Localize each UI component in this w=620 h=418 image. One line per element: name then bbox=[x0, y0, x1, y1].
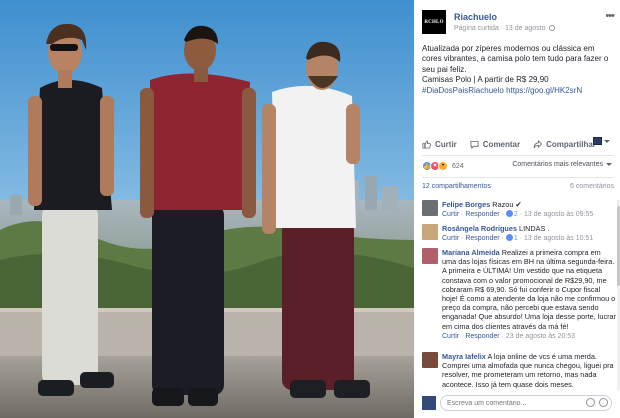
post-text-line: Atualizada por zíperes modernos ou cláss… bbox=[422, 44, 595, 53]
share-arrow-icon bbox=[533, 139, 543, 148]
comment-body: Mayra Iafelix A loja online de vcs é uma… bbox=[442, 352, 616, 389]
post-text: Atualizada por zíperes modernos ou cláss… bbox=[422, 44, 618, 96]
shares-count-link[interactable]: 12 compartilhamentos bbox=[422, 183, 491, 190]
avatar[interactable] bbox=[422, 200, 438, 216]
composer-icons bbox=[582, 398, 608, 407]
photo-scene bbox=[0, 0, 414, 418]
comment-label: Comentar bbox=[482, 139, 521, 149]
post-as-page-selector[interactable] bbox=[593, 137, 610, 145]
post-date-link[interactable]: 13 de agosto bbox=[505, 25, 545, 32]
post-photo[interactable] bbox=[0, 0, 414, 418]
like-button[interactable]: Curtir bbox=[422, 140, 457, 149]
avatar[interactable] bbox=[422, 352, 438, 368]
chevron-down-icon bbox=[606, 163, 612, 166]
page-logo-text: RCHLO bbox=[424, 19, 444, 25]
comment-text: Razou ✔ bbox=[492, 200, 522, 209]
share-button[interactable]: Compartilhar bbox=[533, 139, 596, 149]
comment-footer: Curtir · Responder · 2 · 13 de agosto às… bbox=[442, 210, 594, 219]
comments-count[interactable]: 6 comentários bbox=[570, 183, 614, 190]
share-label: Compartilhar bbox=[546, 139, 596, 149]
post-header: RCHLO Riachuelo Página curtida · 13 de a… bbox=[422, 10, 615, 36]
page-thumbnail-icon bbox=[593, 137, 602, 145]
thumbs-up-icon bbox=[422, 139, 431, 149]
comment-sort-dropdown[interactable]: Comentários mais relevantes bbox=[512, 161, 612, 168]
avatar[interactable] bbox=[422, 248, 438, 264]
page-liked-label: Página curtida bbox=[454, 25, 499, 32]
comment-body: Mariana Almeida Realizei a primeira comp… bbox=[442, 248, 616, 341]
like-label: Curtir bbox=[435, 139, 457, 149]
comment-reply-link[interactable]: Responder bbox=[465, 211, 499, 218]
reaction-count[interactable]: 624 bbox=[452, 163, 464, 170]
page-logo[interactable]: RCHLO bbox=[422, 10, 446, 34]
more-options-icon[interactable]: ••• bbox=[605, 10, 615, 22]
wow-reaction-icon[interactable]: • bbox=[438, 161, 448, 171]
hashtag-link[interactable]: #DiaDosPaisRiachuelo bbox=[422, 86, 504, 95]
post-text-line: Camisas Polo | A partir de R$ 29,90 bbox=[422, 75, 549, 85]
comment-footer: Curtir · Responder · 1 · 13 de agosto às… bbox=[442, 234, 594, 243]
comment-button[interactable]: Comentar bbox=[470, 140, 520, 149]
post-meta: Página curtida · 13 de agosto bbox=[454, 25, 556, 32]
comment-author[interactable]: Felipe Borges bbox=[442, 200, 490, 209]
comment-reply-link[interactable]: Responder bbox=[465, 235, 499, 242]
comment-author[interactable]: Rosângela Rodrigues bbox=[442, 224, 517, 233]
comment-sort-label: Comentários mais relevantes bbox=[512, 161, 603, 168]
chevron-down-icon bbox=[604, 139, 610, 143]
divider bbox=[422, 177, 614, 178]
meta-separator: · bbox=[500, 25, 504, 32]
comment-date[interactable]: 23 de agosto às 20:53 bbox=[506, 333, 575, 340]
comment-author[interactable]: Mariana Almeida bbox=[442, 248, 500, 257]
post-actions: Curtir Comentar Compartilhar bbox=[422, 137, 614, 151]
avatar[interactable] bbox=[422, 224, 438, 240]
post-url-link[interactable]: https://goo.gl/HK2srN bbox=[506, 86, 582, 95]
comment-reaction-count[interactable]: 1 bbox=[514, 235, 518, 242]
comment-author[interactable]: Mayra Iafelix bbox=[442, 352, 486, 361]
post-details-panel: RCHLO Riachuelo Página curtida · 13 de a… bbox=[414, 0, 620, 418]
comment-date[interactable]: 13 de agosto às 09:55 bbox=[524, 211, 593, 218]
like-reaction-icon bbox=[505, 210, 513, 218]
post-text-line: seu pai feliz. bbox=[422, 64, 467, 74]
comment-footer: Curtir · Responder · 23 de agosto às 20:… bbox=[442, 332, 576, 340]
comment-bubble-icon bbox=[470, 140, 479, 149]
emoji-icon[interactable] bbox=[586, 398, 595, 407]
post-hashtag-line: #DiaDosPaisRiachuelo https://goo.gl/HK2s… bbox=[422, 86, 618, 96]
comment-reply-link[interactable]: Responder bbox=[465, 333, 499, 340]
comment-reaction-count[interactable]: 2 bbox=[514, 211, 518, 218]
comment-like-link[interactable]: Curtir bbox=[442, 211, 459, 218]
comment-like-link[interactable]: Curtir bbox=[442, 333, 459, 340]
comment-body: Rosângela Rodrigues LINDAS . Curtir · Re… bbox=[442, 224, 616, 243]
comment-body: Felipe Borges Razou ✔ Curtir · Responder… bbox=[442, 200, 616, 219]
comment-date[interactable]: 13 de agosto às 10:51 bbox=[524, 235, 593, 242]
comment-text: Realizei a primeira compra em uma das lo… bbox=[442, 248, 617, 331]
divider bbox=[422, 155, 614, 156]
reactions-bar: 👍 ♥ • 624 Comentários mais relevantes bbox=[422, 160, 614, 172]
camera-icon[interactable] bbox=[599, 398, 608, 407]
comment-composer bbox=[418, 392, 616, 414]
post-text-line: cores vibrantes, a camisa polo tem tudo … bbox=[422, 54, 609, 64]
post-stats: 12 compartilhamentos 6 comentários bbox=[422, 183, 614, 190]
like-reaction-icon bbox=[505, 234, 513, 242]
page-name-link[interactable]: Riachuelo bbox=[454, 12, 497, 22]
comment-like-link[interactable]: Curtir bbox=[442, 235, 459, 242]
avatar bbox=[422, 396, 436, 410]
globe-icon bbox=[549, 25, 556, 31]
comment-text: LINDAS . bbox=[519, 224, 550, 233]
